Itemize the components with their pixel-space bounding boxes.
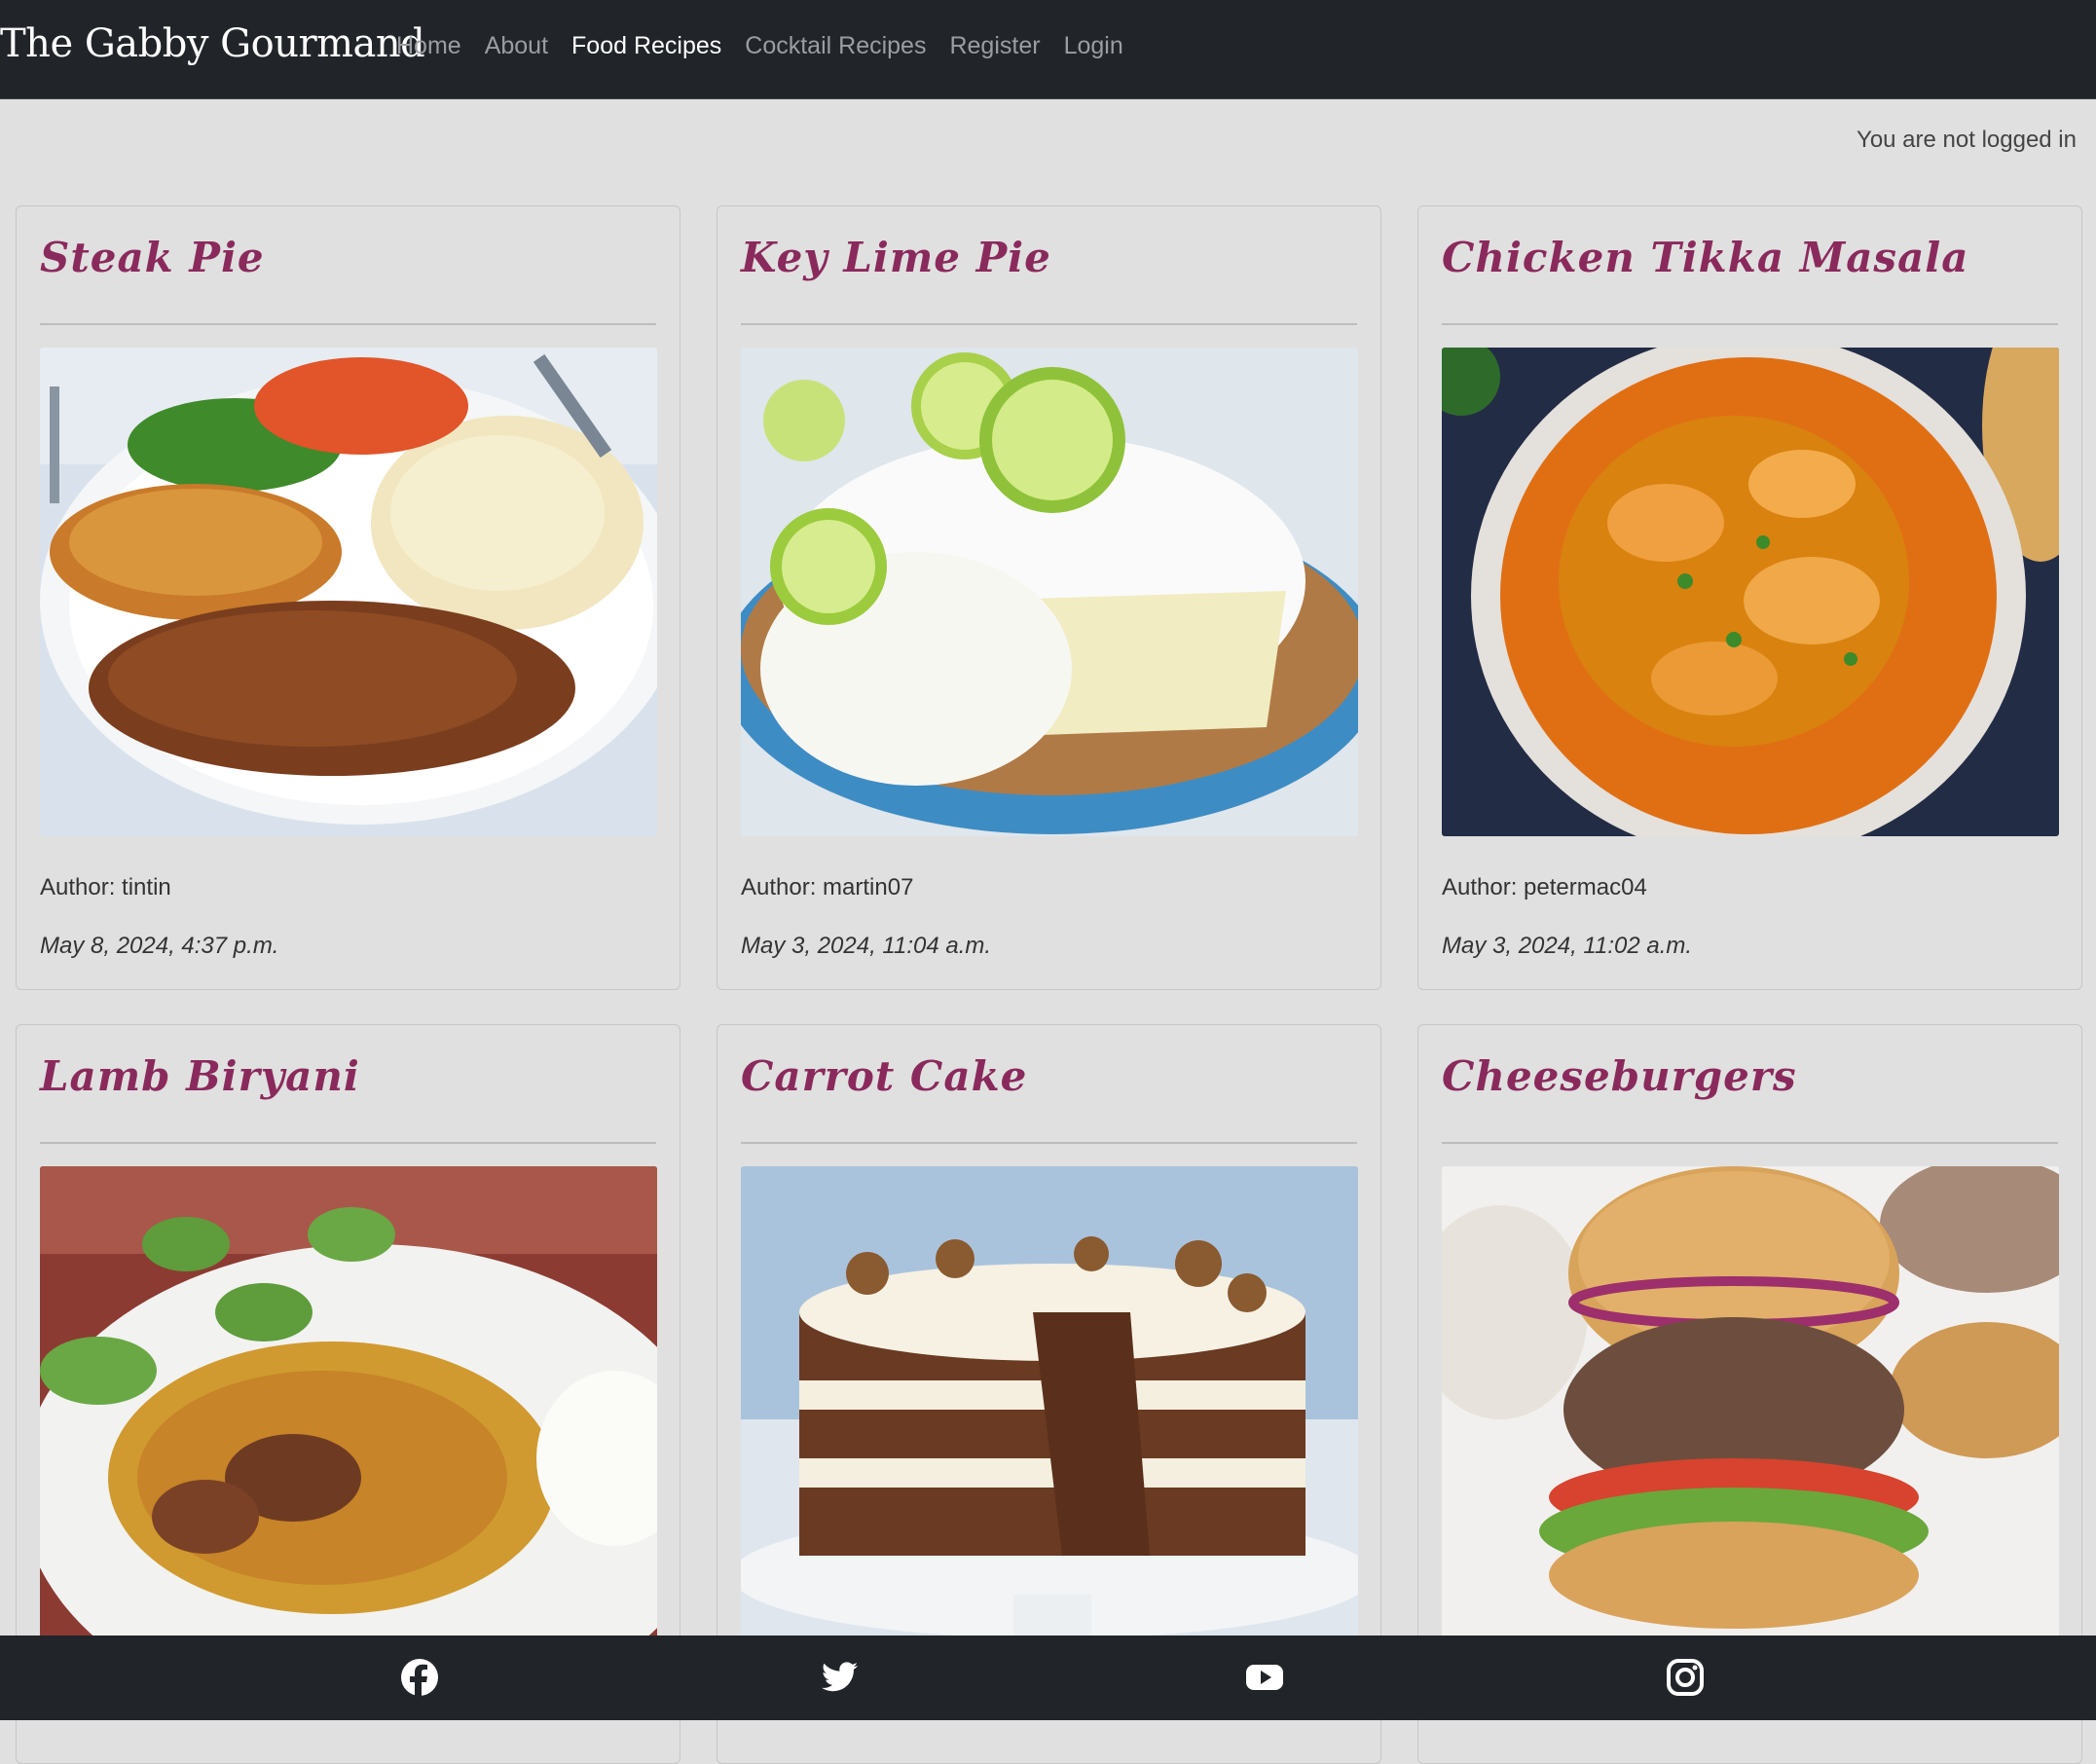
facebook-icon[interactable] xyxy=(400,1658,439,1697)
brand-logo[interactable]: The Gabby Gourmand xyxy=(0,21,425,66)
recipe-title[interactable]: Chicken Tikka Masala xyxy=(1442,234,1968,281)
recipe-image-key-lime-pie[interactable] xyxy=(741,348,1358,836)
recipe-author: Author: petermac04 xyxy=(1442,874,1647,900)
recipe-title[interactable]: Steak Pie xyxy=(40,234,265,281)
recipe-title[interactable]: Key Lime Pie xyxy=(741,234,1051,281)
login-status-text: You are not logged in xyxy=(1857,127,2077,153)
nav-link-home[interactable]: Home xyxy=(396,32,461,60)
recipe-title[interactable]: Carrot Cake xyxy=(741,1052,1027,1100)
recipe-image-steak-pie[interactable] xyxy=(40,348,657,836)
title-divider xyxy=(741,323,1357,325)
recipe-card-key-lime-pie[interactable]: Key Lime Pie Author: martin07 May 3, 202… xyxy=(717,205,1381,990)
recipe-title[interactable]: Lamb Biryani xyxy=(40,1052,360,1100)
recipe-card-steak-pie[interactable]: Steak Pie Author: tintin May 8, 2024, 4:… xyxy=(16,205,680,990)
recipe-image-carrot-cake[interactable] xyxy=(741,1166,1358,1655)
title-divider xyxy=(1442,1142,2058,1144)
recipe-image-chicken-tikka-masala[interactable] xyxy=(1442,348,2059,836)
title-divider xyxy=(40,323,656,325)
recipe-date: May 8, 2024, 4:37 p.m. xyxy=(40,933,279,959)
nav-link-cocktail-recipes[interactable]: Cocktail Recipes xyxy=(745,32,926,60)
title-divider xyxy=(1442,323,2058,325)
recipe-date: May 3, 2024, 11:04 a.m. xyxy=(741,933,992,959)
instagram-icon[interactable] xyxy=(1666,1658,1705,1697)
youtube-icon[interactable] xyxy=(1245,1658,1284,1697)
nav-links: Home About Food Recipes Cocktail Recipes… xyxy=(396,32,1123,60)
title-divider xyxy=(741,1142,1357,1144)
nav-link-register[interactable]: Register xyxy=(949,32,1040,60)
recipe-image-cheeseburgers[interactable] xyxy=(1442,1166,2059,1655)
twitter-icon[interactable] xyxy=(821,1658,860,1697)
footer xyxy=(0,1635,2096,1720)
recipe-author: Author: tintin xyxy=(40,874,171,900)
nav-link-food-recipes[interactable]: Food Recipes xyxy=(571,32,721,60)
navbar: The Gabby Gourmand Home About Food Recip… xyxy=(0,0,2096,99)
recipe-title[interactable]: Cheeseburgers xyxy=(1442,1052,1797,1100)
recipe-author: Author: martin07 xyxy=(741,874,914,900)
nav-link-login[interactable]: Login xyxy=(1064,32,1123,60)
recipe-image-lamb-biryani[interactable] xyxy=(40,1166,657,1655)
nav-link-about[interactable]: About xyxy=(485,32,548,60)
recipe-date: May 3, 2024, 11:02 a.m. xyxy=(1442,933,1693,959)
title-divider xyxy=(40,1142,656,1144)
recipe-card-chicken-tikka-masala[interactable]: Chicken Tikka Masala Author: petermac04 … xyxy=(1417,205,2082,990)
